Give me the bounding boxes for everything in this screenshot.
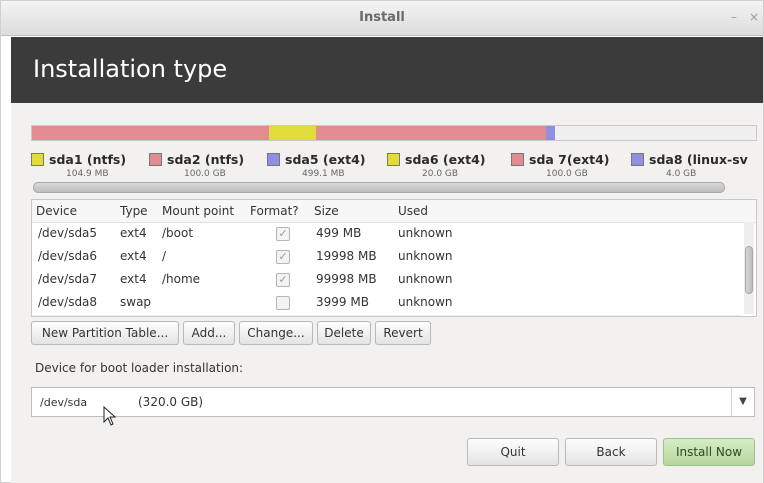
format-checkbox[interactable]: ✓ [276,227,290,241]
minimize-icon[interactable]: – [731,10,737,24]
legend-item: sda2 (ntfs) 100.0 GB [149,149,244,179]
back-button[interactable]: Back [565,438,657,466]
partition-bar-segment [555,126,756,140]
legend-name: sda 7(ext4) [529,152,610,167]
partition-bar-segment [268,126,316,140]
legend-name: sda2 (ntfs) [167,152,245,167]
format-checkbox[interactable]: ✓ [276,273,290,287]
legend-swatch [267,153,280,166]
legend-name: sda5 (ext4) [285,152,366,167]
cell-type: ext4 [120,249,147,263]
cell-used: unknown [398,249,453,263]
bootloader-capacity: (320.0 GB) [138,395,204,409]
legend-swatch [631,153,644,166]
bootloader-device-select[interactable]: /dev/sda (320.0 GB) ▼ [31,387,755,417]
partition-table: Device Type Mount point Format? Size Use… [31,199,757,317]
cell-size: 19998 MB [316,249,377,263]
legend-size: 100.0 GB [184,169,226,179]
cell-type: ext4 [120,226,147,240]
table-row[interactable]: /dev/sda8 swap 3999 MB unknown [32,292,740,316]
legend-swatch [31,153,44,166]
bootloader-label: Device for boot loader installation: [35,361,244,375]
legend-item: sda5 (ext4) 499.1 MB [267,149,366,179]
cell-device: /dev/sda5 [38,226,98,240]
delete-partition-button[interactable]: Delete [317,321,371,345]
cell-used: unknown [398,226,453,240]
main-content: sda1 (ntfs) 104.9 MB sda2 (ntfs) 100.0 G… [11,103,763,483]
bootloader-device: /dev/sda [40,396,88,409]
column-header-used[interactable]: Used [398,204,428,218]
title-bar: Install – × [1,1,763,36]
change-partition-button[interactable]: Change... [239,321,313,345]
partition-legend: sda1 (ntfs) 104.9 MB sda2 (ntfs) 100.0 G… [31,149,755,179]
partition-bar-segment [32,126,269,140]
cell-device: /dev/sda8 [38,295,98,309]
legend-name: sda1 (ntfs) [49,152,127,167]
column-header-type[interactable]: Type [120,204,148,218]
column-header-mount[interactable]: Mount point [162,204,234,218]
legend-swatch [387,153,400,166]
legend-item: sda8 (linux-sv 4.0 GB [631,149,748,179]
legend-size: 104.9 MB [66,169,109,179]
cell-mount: /home [162,272,201,286]
legend-size: 4.0 GB [666,169,697,179]
cell-mount: /boot [162,226,194,240]
revert-button[interactable]: Revert [375,321,431,345]
cell-mount: / [162,249,167,263]
table-header: Device Type Mount point Format? Size Use… [32,200,756,223]
column-header-format[interactable]: Format? [250,204,299,218]
cell-type: ext4 [120,272,147,286]
cell-used: unknown [398,295,453,309]
cell-device: /dev/sda7 [38,272,98,286]
partition-bar-segment [315,126,546,140]
add-partition-button[interactable]: Add... [183,321,235,345]
quit-button[interactable]: Quit [467,438,559,466]
partition-bar [31,125,757,141]
cell-device: /dev/sda6 [38,249,98,263]
format-checkbox[interactable]: ✓ [276,250,290,264]
new-partition-table-button[interactable]: New Partition Table... [31,321,179,345]
cell-type: swap [120,295,152,309]
legend-item: sda1 (ntfs) 104.9 MB [31,149,126,179]
mouse-cursor-icon [103,406,117,426]
legend-name: sda6 (ext4) [405,152,486,167]
legend-size: 20.0 GB [422,169,459,179]
legend-item: sda 7(ext4) 100.0 GB [511,149,610,179]
cell-size: 499 MB [316,226,362,240]
format-checkbox[interactable] [276,296,290,310]
legend-scrollbar[interactable] [33,182,725,193]
table-scrollbar[interactable] [744,222,754,314]
legend-size: 499.1 MB [302,169,345,179]
installer-window: Install – × Installation type sda1 (ntfs… [0,0,764,483]
scrollbar-thumb[interactable] [745,246,753,294]
window-title: Install [359,10,405,25]
page-header: Installation type [11,37,763,103]
table-row[interactable]: /dev/sda6 ext4 / ✓ 19998 MB unknown [32,246,740,270]
partition-bar-segment [546,126,556,140]
chevron-down-icon[interactable]: ▼ [731,388,754,416]
column-header-size[interactable]: Size [314,204,339,218]
column-header-device[interactable]: Device [36,204,77,218]
legend-swatch [511,153,524,166]
legend-size: 100.0 GB [546,169,588,179]
legend-name: sda8 (linux-sv [649,152,748,167]
cell-size: 99998 MB [316,272,377,286]
table-row[interactable]: /dev/sda5 ext4 /boot ✓ 499 MB unknown [32,223,740,247]
cell-used: unknown [398,272,453,286]
legend-item: sda6 (ext4) 20.0 GB [387,149,486,179]
legend-swatch [149,153,162,166]
table-row[interactable]: /dev/sda7 ext4 /home ✓ 99998 MB unknown [32,269,740,293]
install-now-button[interactable]: Install Now [663,438,755,466]
page-title: Installation type [33,55,228,83]
close-icon[interactable]: × [749,10,759,24]
cell-size: 3999 MB [316,295,369,309]
